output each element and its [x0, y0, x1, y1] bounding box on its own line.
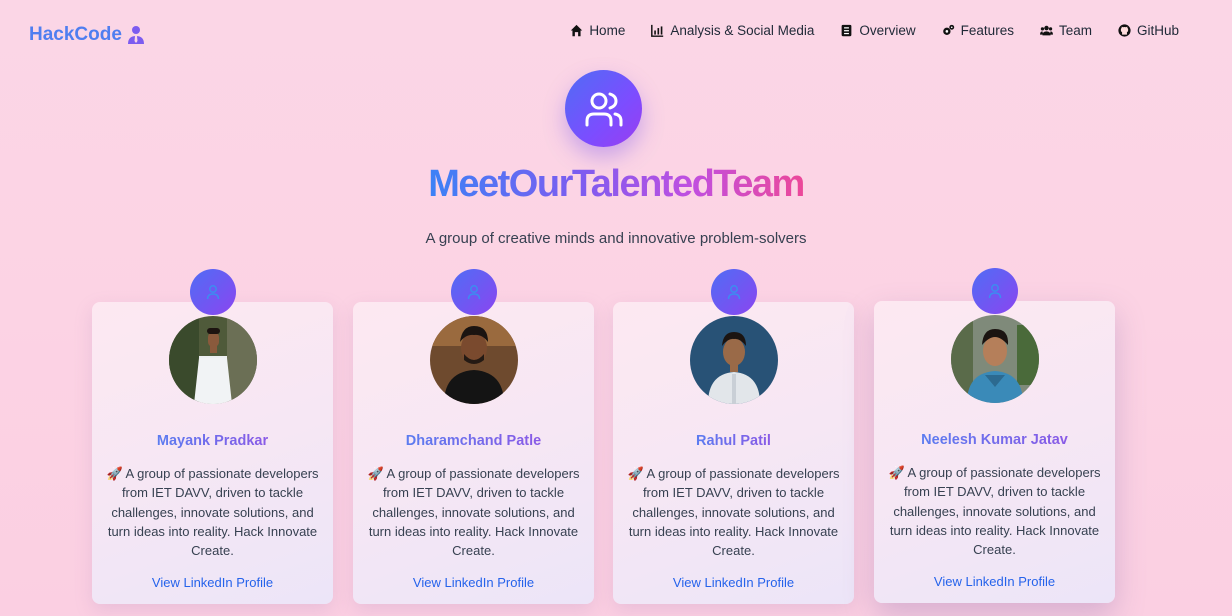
user-badge-icon	[451, 269, 497, 315]
linkedin-link[interactable]: View LinkedIn Profile	[92, 575, 333, 590]
member-name: Rahul Patil	[696, 433, 771, 449]
nav-item-label: Overview	[859, 23, 916, 38]
team-card: Dharamchand Patle 🚀 A group of passionat…	[353, 269, 594, 604]
home-icon	[571, 24, 583, 37]
avatar	[690, 316, 778, 404]
linkedin-link[interactable]: View LinkedIn Profile	[353, 575, 594, 590]
member-name: Dharamchand Patle	[405, 433, 542, 449]
users-icon	[1039, 25, 1053, 36]
top-navbar: HackCode Home Analysis & Social Media Ov…	[0, 0, 1232, 64]
member-name: Neelesh Kumar Jatav	[921, 432, 1068, 448]
user-tie-icon	[127, 26, 144, 44]
page-subtitle: A group of creative minds and innovative…	[425, 230, 807, 247]
linkedin-link[interactable]: View LinkedIn Profile	[613, 575, 854, 590]
member-description: 🚀 A group of passionate developers from …	[367, 466, 580, 559]
member-description: 🚀 A group of passionate developers from …	[106, 466, 319, 559]
team-icon	[565, 70, 642, 147]
nav-item-label: Team	[1058, 23, 1092, 38]
brand-name: HackCode	[29, 24, 122, 45]
nav-item-label: Analysis & Social Media	[670, 23, 815, 38]
team-card: Neelesh Kumar Jatav 🚀 A group of passion…	[874, 268, 1115, 603]
page-title: MeetOurTalentedTeam	[428, 163, 805, 205]
linkedin-link[interactable]: View LinkedIn Profile	[874, 574, 1115, 589]
nav-item-label: GitHub	[1136, 23, 1179, 38]
user-badge-icon	[972, 268, 1018, 314]
user-badge-icon	[190, 269, 236, 315]
nav-item-analysis[interactable]: Analysis & Social Media	[651, 23, 814, 38]
member-description: 🚀 A group of passionate developers from …	[627, 466, 840, 559]
team-page: HackCode Home Analysis & Social Media Ov…	[0, 0, 1232, 616]
nav-item-github[interactable]: GitHub	[1118, 23, 1179, 38]
github-icon	[1118, 24, 1131, 37]
team-card: Rahul Patil 🚀 A group of passionate deve…	[613, 269, 854, 604]
avatar	[951, 315, 1039, 403]
chart-icon	[651, 24, 664, 37]
nav-item-features[interactable]: Features	[942, 23, 1014, 38]
avatar	[430, 316, 518, 404]
document-icon	[842, 24, 852, 37]
nav-menu: Home Analysis & Social Media Overview Fe…	[570, 23, 1179, 38]
member-name: Mayank Pradkar	[156, 433, 269, 449]
avatar	[169, 316, 257, 404]
gears-icon	[942, 24, 954, 35]
brand-logo[interactable]: HackCode	[29, 24, 146, 46]
member-description: 🚀 A group of passionate developers from …	[888, 465, 1101, 558]
nav-item-label: Home	[589, 23, 626, 38]
nav-item-label: Features	[960, 23, 1014, 38]
nav-item-overview[interactable]: Overview	[840, 23, 916, 38]
nav-item-home[interactable]: Home	[570, 23, 625, 38]
team-card: Mayank Pradkar 🚀 A group of passionate d…	[92, 269, 333, 604]
nav-item-team[interactable]: Team	[1039, 23, 1092, 38]
user-badge-icon	[711, 269, 757, 315]
